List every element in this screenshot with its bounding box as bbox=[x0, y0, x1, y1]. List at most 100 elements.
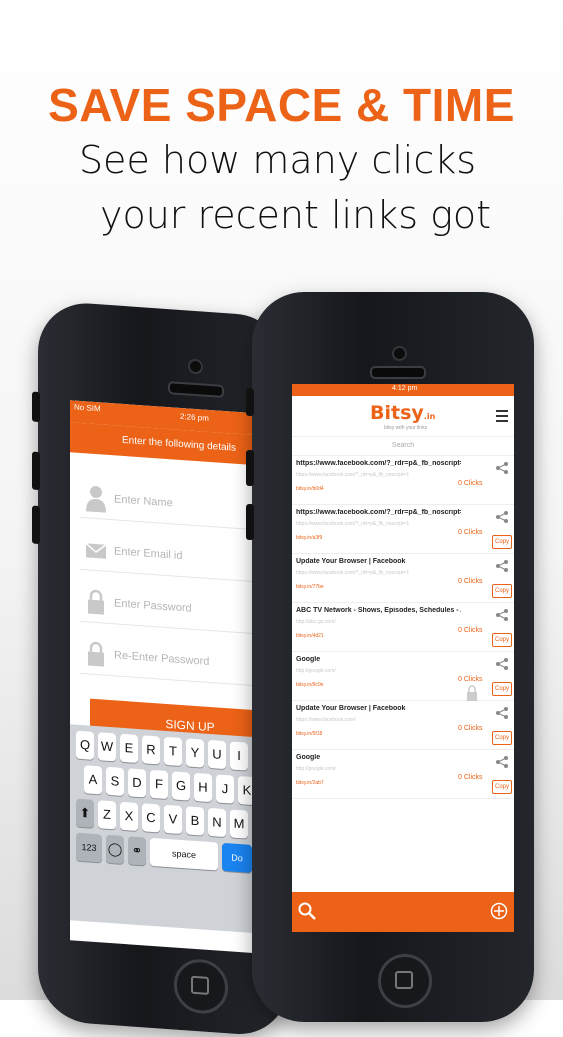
key-c[interactable]: C bbox=[142, 803, 160, 833]
link-item[interactable]: Google http://google.com/ bitsy.in/9c0e … bbox=[292, 652, 514, 701]
share-icon[interactable] bbox=[496, 609, 508, 621]
key-i[interactable]: I bbox=[230, 741, 248, 771]
key-n[interactable]: N bbox=[208, 807, 226, 838]
link-url: https://www.facebook.com/ bbox=[296, 717, 356, 723]
key-s[interactable]: S bbox=[106, 766, 124, 797]
link-item[interactable]: https://www.facebook.com/?_rdr=p&_fb_nos… bbox=[292, 456, 514, 505]
link-url: http://google.com/ bbox=[296, 668, 336, 674]
links-list: https://www.facebook.com/?_rdr=p&_fb_nos… bbox=[292, 456, 514, 799]
earpiece-speaker bbox=[168, 381, 224, 399]
key-f[interactable]: F bbox=[150, 769, 168, 800]
share-icon[interactable] bbox=[496, 756, 508, 768]
key-h[interactable]: H bbox=[194, 772, 212, 803]
share-icon[interactable] bbox=[496, 462, 508, 474]
short-link[interactable]: bitsy.in/77be bbox=[296, 584, 324, 590]
link-title: https://www.facebook.com/?_rdr=p&_fb_nos… bbox=[296, 509, 461, 516]
done-key[interactable]: Do bbox=[222, 842, 252, 873]
space-key[interactable]: space bbox=[150, 837, 218, 871]
share-icon[interactable] bbox=[496, 658, 508, 670]
home-button bbox=[174, 957, 228, 1016]
earpiece-speaker bbox=[370, 366, 426, 379]
short-link[interactable]: bitsy.in/4d21 bbox=[296, 633, 324, 639]
key-u[interactable]: U bbox=[208, 739, 226, 770]
key-y[interactable]: Y bbox=[186, 738, 204, 768]
link-url: https://www.facebook.com/?_rdr=p&_fb_nos… bbox=[296, 472, 410, 478]
link-item[interactable]: Google http://google.com/ bitsy.in/2ab7 … bbox=[292, 750, 514, 799]
globe-icon[interactable]: ◯ bbox=[106, 834, 124, 865]
search-placeholder: Search bbox=[391, 442, 415, 449]
copy-button[interactable]: Copy bbox=[492, 731, 512, 745]
shift-key[interactable]: ⬆ bbox=[76, 798, 94, 828]
logo-tagline: bitsy with your links bbox=[384, 425, 428, 431]
share-icon[interactable] bbox=[496, 560, 508, 572]
link-item[interactable]: Update Your Browser | Facebook https://w… bbox=[292, 701, 514, 750]
key-v[interactable]: V bbox=[164, 804, 182, 835]
volume-up-button bbox=[32, 451, 40, 491]
hamburger-menu-icon[interactable] bbox=[496, 410, 508, 422]
key-w[interactable]: W bbox=[98, 732, 116, 762]
carrier-label: No SIM bbox=[74, 402, 101, 414]
mute-switch bbox=[32, 391, 40, 423]
key-z[interactable]: Z bbox=[98, 800, 116, 830]
front-camera bbox=[188, 358, 203, 375]
key-e[interactable]: E bbox=[120, 733, 138, 763]
headline: SAVE SPACE & TIME bbox=[48, 79, 515, 131]
key-m[interactable]: M bbox=[230, 809, 248, 839]
link-item[interactable]: ABC TV Network - Shows, Episodes, Schedu… bbox=[292, 603, 514, 652]
lock-icon bbox=[88, 641, 104, 667]
key-b[interactable]: B bbox=[186, 806, 204, 836]
link-url: https://www.facebook.com/?_rdr=p&_fb_nos… bbox=[296, 570, 410, 576]
short-link[interactable]: bitsy.in/b0d4 bbox=[296, 486, 324, 492]
copy-button[interactable]: Copy bbox=[492, 633, 512, 647]
subheadline-line-1: See how many clicks bbox=[78, 138, 477, 182]
share-icon[interactable] bbox=[496, 511, 508, 523]
short-link[interactable]: bitsy.in/5f18 bbox=[296, 731, 322, 737]
link-title: Update Your Browser | Facebook bbox=[296, 558, 406, 565]
password-field[interactable]: Enter Password bbox=[80, 580, 280, 636]
short-link[interactable]: bitsy.in/2ab7 bbox=[296, 780, 324, 786]
link-url: https://www.facebook.com/?_rdr=p&_fb_nos… bbox=[296, 521, 410, 527]
volume-down-button bbox=[32, 505, 40, 545]
email-placeholder: Enter Email id bbox=[114, 545, 183, 563]
confirm-password-field[interactable]: Re-Enter Password bbox=[80, 632, 280, 688]
short-link[interactable]: bitsy.in/a3f9 bbox=[296, 535, 322, 541]
link-title: https://www.facebook.com/?_rdr=p&_fb_nos… bbox=[296, 460, 461, 467]
key-q[interactable]: Q bbox=[76, 730, 94, 760]
key-d[interactable]: D bbox=[128, 768, 146, 798]
click-count: 0 Clicks bbox=[458, 627, 483, 634]
link-item[interactable]: https://www.facebook.com/?_rdr=p&_fb_nos… bbox=[292, 505, 514, 554]
microphone-icon[interactable]: ⚭ bbox=[128, 836, 146, 866]
click-count: 0 Clicks bbox=[458, 725, 483, 732]
status-time: 4:12 pm bbox=[392, 385, 418, 392]
subheadline-line-2: your recent links got bbox=[99, 193, 492, 237]
link-item[interactable]: Update Your Browser | Facebook https://w… bbox=[292, 554, 514, 603]
confirm-password-placeholder: Re-Enter Password bbox=[114, 649, 210, 668]
key-a[interactable]: A bbox=[84, 765, 102, 795]
key-x[interactable]: X bbox=[120, 801, 138, 831]
click-count: 0 Clicks bbox=[458, 480, 483, 487]
numbers-key[interactable]: 123 bbox=[76, 832, 102, 863]
status-time: 2:26 pm bbox=[180, 411, 209, 423]
app-header: Bitsy.in bitsy with your links bbox=[292, 396, 514, 437]
key-g[interactable]: G bbox=[172, 771, 190, 801]
copy-button[interactable]: Copy bbox=[492, 682, 512, 696]
copy-button[interactable]: Copy bbox=[492, 584, 512, 598]
search-input[interactable]: Search bbox=[292, 437, 514, 456]
short-link[interactable]: bitsy.in/9c0e bbox=[296, 682, 323, 688]
mute-switch bbox=[246, 388, 254, 416]
copy-button[interactable]: Copy bbox=[492, 535, 512, 549]
link-title: ABC TV Network - Shows, Episodes, Schedu… bbox=[296, 607, 461, 614]
link-url: http://google.com/ bbox=[296, 766, 336, 772]
lock-icon bbox=[467, 685, 477, 701]
copy-button[interactable]: Copy bbox=[492, 780, 512, 794]
add-icon[interactable] bbox=[490, 902, 508, 920]
key-j[interactable]: J bbox=[216, 774, 234, 804]
link-title: Update Your Browser | Facebook bbox=[296, 705, 406, 712]
share-icon[interactable] bbox=[496, 707, 508, 719]
key-r[interactable]: R bbox=[142, 735, 160, 765]
key-t[interactable]: T bbox=[164, 736, 182, 767]
phone-right: 4:12 pm Bitsy.in bitsy with your links S… bbox=[246, 292, 534, 1022]
bottom-bar bbox=[292, 892, 514, 932]
click-count: 0 Clicks bbox=[458, 676, 483, 683]
search-icon[interactable] bbox=[298, 902, 316, 920]
